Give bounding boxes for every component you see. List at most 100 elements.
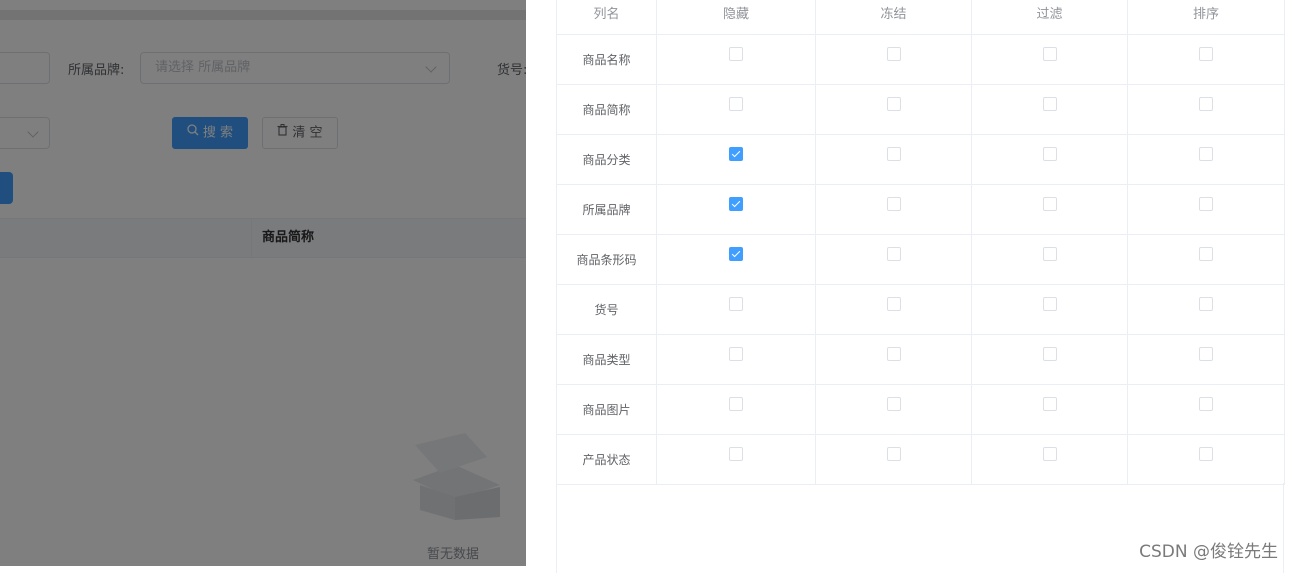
filter-checkbox[interactable] [1042,47,1057,61]
hide-cell [656,84,816,135]
filter-cell [971,434,1128,485]
filter-cell [971,84,1128,135]
freeze-cell [815,384,972,435]
hide-cell [656,384,816,435]
table-row: 货号 [556,284,1285,335]
hide-checkbox[interactable] [729,147,743,161]
header-freeze: 冻结 [815,0,972,35]
filter-cell [971,34,1128,85]
freeze-checkbox[interactable] [886,297,901,311]
table-row: 所属品牌 [556,184,1285,235]
sort-cell [1127,184,1285,235]
freeze-cell [815,134,972,185]
filter-checkbox[interactable] [1042,247,1057,261]
filter-checkbox[interactable] [1042,147,1057,161]
freeze-cell [815,184,972,235]
filter-cell [971,284,1128,335]
filter-checkbox[interactable] [1042,297,1057,311]
header-hide: 隐藏 [656,0,816,35]
freeze-checkbox[interactable] [886,97,901,111]
hide-checkbox[interactable] [729,397,743,411]
column-settings-drawer: 列名 隐藏 冻结 过滤 排序 商品名称 商品简称 商品分类 所属品牌 商品条形码 货号 商品… [526,0,1294,573]
freeze-checkbox[interactable] [886,47,901,61]
table-row: 商品条形码 [556,234,1285,285]
hide-checkbox[interactable] [729,197,743,211]
freeze-cell [815,434,972,485]
column-name-cell: 商品简称 [556,84,657,135]
sort-checkbox[interactable] [1199,447,1213,461]
sort-checkbox[interactable] [1199,347,1213,361]
column-name-cell: 产品状态 [556,434,657,485]
hide-cell [656,334,816,385]
sort-checkbox[interactable] [1199,297,1213,311]
sort-checkbox[interactable] [1199,397,1213,411]
freeze-checkbox[interactable] [886,197,901,211]
table-row: 商品名称 [556,34,1285,85]
column-config-table: 列名 隐藏 冻结 过滤 排序 商品名称 商品简称 商品分类 所属品牌 商品条形码 货号 商品… [556,0,1285,485]
freeze-cell [815,34,972,85]
filter-cell [971,184,1128,235]
hide-checkbox[interactable] [729,347,743,361]
column-config-body: 商品名称 商品简称 商品分类 所属品牌 商品条形码 货号 商品类型 商品图片 产品状态 [556,34,1285,485]
filter-checkbox[interactable] [1042,97,1057,111]
filter-checkbox[interactable] [1042,397,1057,411]
sort-cell [1127,284,1285,335]
freeze-checkbox[interactable] [886,147,901,161]
table-header-row: 列名 隐藏 冻结 过滤 排序 [556,0,1285,35]
sort-checkbox[interactable] [1199,47,1213,61]
csdn-watermark: CSDN @俊铨先生 [1139,542,1278,562]
hide-checkbox[interactable] [729,47,743,61]
hide-checkbox[interactable] [729,97,743,111]
hide-checkbox[interactable] [729,247,743,261]
header-sort: 排序 [1127,0,1285,35]
table-row: 商品分类 [556,134,1285,185]
column-name-cell: 货号 [556,284,657,335]
freeze-checkbox[interactable] [886,247,901,261]
table-row: 商品图片 [556,384,1285,435]
column-name-cell: 商品条形码 [556,234,657,285]
filter-checkbox[interactable] [1042,197,1057,211]
freeze-checkbox[interactable] [886,447,901,461]
column-name-cell: 商品图片 [556,384,657,435]
hide-cell [656,134,816,185]
filter-cell [971,134,1128,185]
sort-cell [1127,234,1285,285]
freeze-cell [815,284,972,335]
freeze-cell [815,334,972,385]
sort-cell [1127,134,1285,185]
sort-cell [1127,34,1285,85]
hide-cell [656,34,816,85]
filter-checkbox[interactable] [1042,347,1057,361]
filter-cell [971,334,1128,385]
hide-cell [656,184,816,235]
modal-mask[interactable] [0,0,526,566]
sort-checkbox[interactable] [1199,97,1213,111]
hide-cell [656,434,816,485]
sort-cell [1127,334,1285,385]
table-row: 商品简称 [556,84,1285,135]
hide-cell [656,284,816,335]
filter-cell [971,384,1128,435]
column-name-cell: 商品类型 [556,334,657,385]
freeze-cell [815,84,972,135]
column-name-cell: 所属品牌 [556,184,657,235]
hide-cell [656,234,816,285]
table-row: 产品状态 [556,434,1285,485]
sort-checkbox[interactable] [1199,147,1213,161]
hide-checkbox[interactable] [729,447,743,461]
column-name-cell: 商品名称 [556,34,657,85]
sort-cell [1127,84,1285,135]
freeze-checkbox[interactable] [886,397,901,411]
sort-cell [1127,434,1285,485]
sort-checkbox[interactable] [1199,197,1213,211]
filter-cell [971,234,1128,285]
freeze-checkbox[interactable] [886,347,901,361]
header-column-name: 列名 [556,0,657,35]
sort-checkbox[interactable] [1199,247,1213,261]
hide-checkbox[interactable] [729,297,743,311]
filter-checkbox[interactable] [1042,447,1057,461]
column-name-cell: 商品分类 [556,134,657,185]
header-filter: 过滤 [971,0,1128,35]
freeze-cell [815,234,972,285]
table-row: 商品类型 [556,334,1285,385]
